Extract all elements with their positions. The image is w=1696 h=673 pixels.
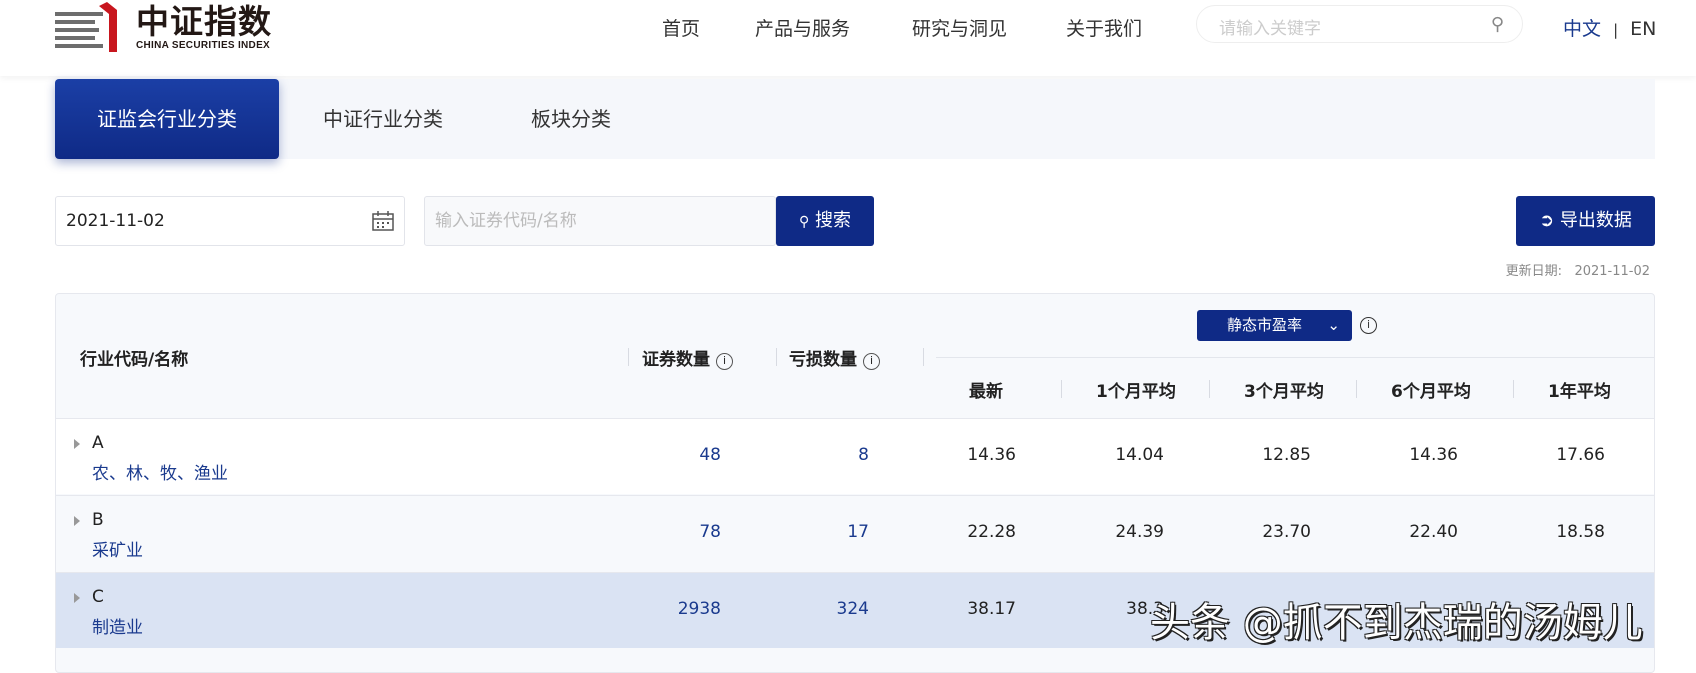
pe-value: 14.36 — [1409, 445, 1458, 465]
security-count[interactable]: 78 — [621, 522, 721, 542]
language-switch: 中文 | EN — [1563, 18, 1657, 40]
col-header-3m: 3个月平均 — [1244, 382, 1324, 402]
logo-text: 中证指数 CHINA SECURITIES INDEX — [136, 2, 272, 52]
search-icon: ⚲ — [799, 214, 810, 230]
expand-icon[interactable] — [74, 439, 80, 449]
nav-about[interactable]: 关于我们 — [1066, 14, 1142, 41]
industry-name[interactable]: 农、林、牧、渔业 — [92, 459, 228, 484]
csi-logo-icon[interactable] — [55, 2, 135, 52]
lang-en[interactable]: EN — [1630, 18, 1656, 40]
security-count[interactable]: 48 — [621, 445, 721, 465]
watermark: 头条 @抓不到杰瑞的汤姆儿 — [1150, 600, 1643, 646]
tab-sector[interactable]: 板块分类 — [531, 79, 611, 159]
pe-value: 38.17 — [967, 599, 1016, 619]
col-header-name: 行业代码/名称 — [80, 350, 189, 370]
expand-icon[interactable] — [74, 593, 80, 603]
date-picker[interactable]: 2021-11-02 — [55, 196, 405, 246]
lang-zh[interactable]: 中文 — [1563, 18, 1601, 40]
pe-value: 24.39 — [1115, 522, 1164, 542]
industry-code: C — [92, 587, 104, 607]
security-count[interactable]: 2938 — [621, 599, 721, 619]
industry-name[interactable]: 制造业 — [92, 613, 143, 638]
global-search-input[interactable]: 请输入关键字 ⚲ — [1196, 5, 1523, 43]
pe-value: 22.28 — [967, 522, 1016, 542]
pe-value: 14.36 — [967, 445, 1016, 465]
col-header-latest: 最新 — [969, 382, 1003, 402]
info-icon[interactable]: i — [716, 353, 733, 370]
loss-count[interactable]: 324 — [769, 599, 869, 619]
industry-code: B — [92, 510, 104, 530]
col-header-1m: 1个月平均 — [1096, 382, 1176, 402]
pe-value: 17.66 — [1556, 445, 1605, 465]
top-header: 中证指数 CHINA SECURITIES INDEX 首页 产品与服务 研究与… — [0, 0, 1696, 76]
chevron-down-icon: ⌄ — [1327, 316, 1340, 334]
table-row[interactable]: B 采矿业 78 17 22.28 24.39 23.70 22.40 18.58 — [56, 495, 1654, 571]
nav-products[interactable]: 产品与服务 — [755, 14, 850, 41]
nav-research[interactable]: 研究与洞见 — [912, 14, 1007, 41]
export-icon: ➲ — [1539, 210, 1555, 231]
industry-code: A — [92, 433, 104, 453]
pe-value: 22.40 — [1409, 522, 1458, 542]
industry-name[interactable]: 采矿业 — [92, 536, 143, 561]
pe-value: 14.04 — [1115, 445, 1164, 465]
nav-home[interactable]: 首页 — [662, 14, 700, 41]
col-header-1y: 1年平均 — [1548, 382, 1611, 402]
col-header-loss: 亏损数量 i — [789, 345, 880, 370]
tab-csrc[interactable]: 证监会行业分类 — [55, 79, 279, 159]
pe-value: 18.58 — [1556, 522, 1605, 542]
col-header-count: 证券数量 i — [642, 345, 733, 370]
expand-icon[interactable] — [74, 516, 80, 526]
pe-value: 38.3 — [1126, 599, 1164, 619]
update-date: 更新日期: 2021-11-02 — [1505, 264, 1650, 279]
col-header-6m: 6个月平均 — [1391, 382, 1471, 402]
code-search-input[interactable]: 输入证券代码/名称 — [424, 196, 776, 246]
tab-csi[interactable]: 中证行业分类 — [323, 79, 443, 159]
table-row[interactable]: A 农、林、牧、渔业 48 8 14.36 14.04 12.85 14.36 17.66 — [56, 418, 1654, 494]
loss-count[interactable]: 8 — [769, 445, 869, 465]
info-icon[interactable]: i — [863, 353, 880, 370]
export-data-button[interactable]: ➲ 导出数据 — [1516, 196, 1655, 246]
pe-value: 12.85 — [1262, 445, 1311, 465]
search-button[interactable]: ⚲ 搜索 — [776, 196, 874, 246]
metric-select[interactable]: 静态市盈率 ⌄ — [1197, 310, 1352, 341]
calendar-icon[interactable] — [372, 211, 394, 231]
search-icon[interactable]: ⚲ — [1491, 14, 1504, 35]
metric-info-icon[interactable]: i — [1360, 317, 1377, 334]
loss-count[interactable]: 17 — [769, 522, 869, 542]
classification-tabs: 证监会行业分类 中证行业分类 板块分类 — [55, 79, 1655, 159]
pe-value: 23.70 — [1262, 522, 1311, 542]
